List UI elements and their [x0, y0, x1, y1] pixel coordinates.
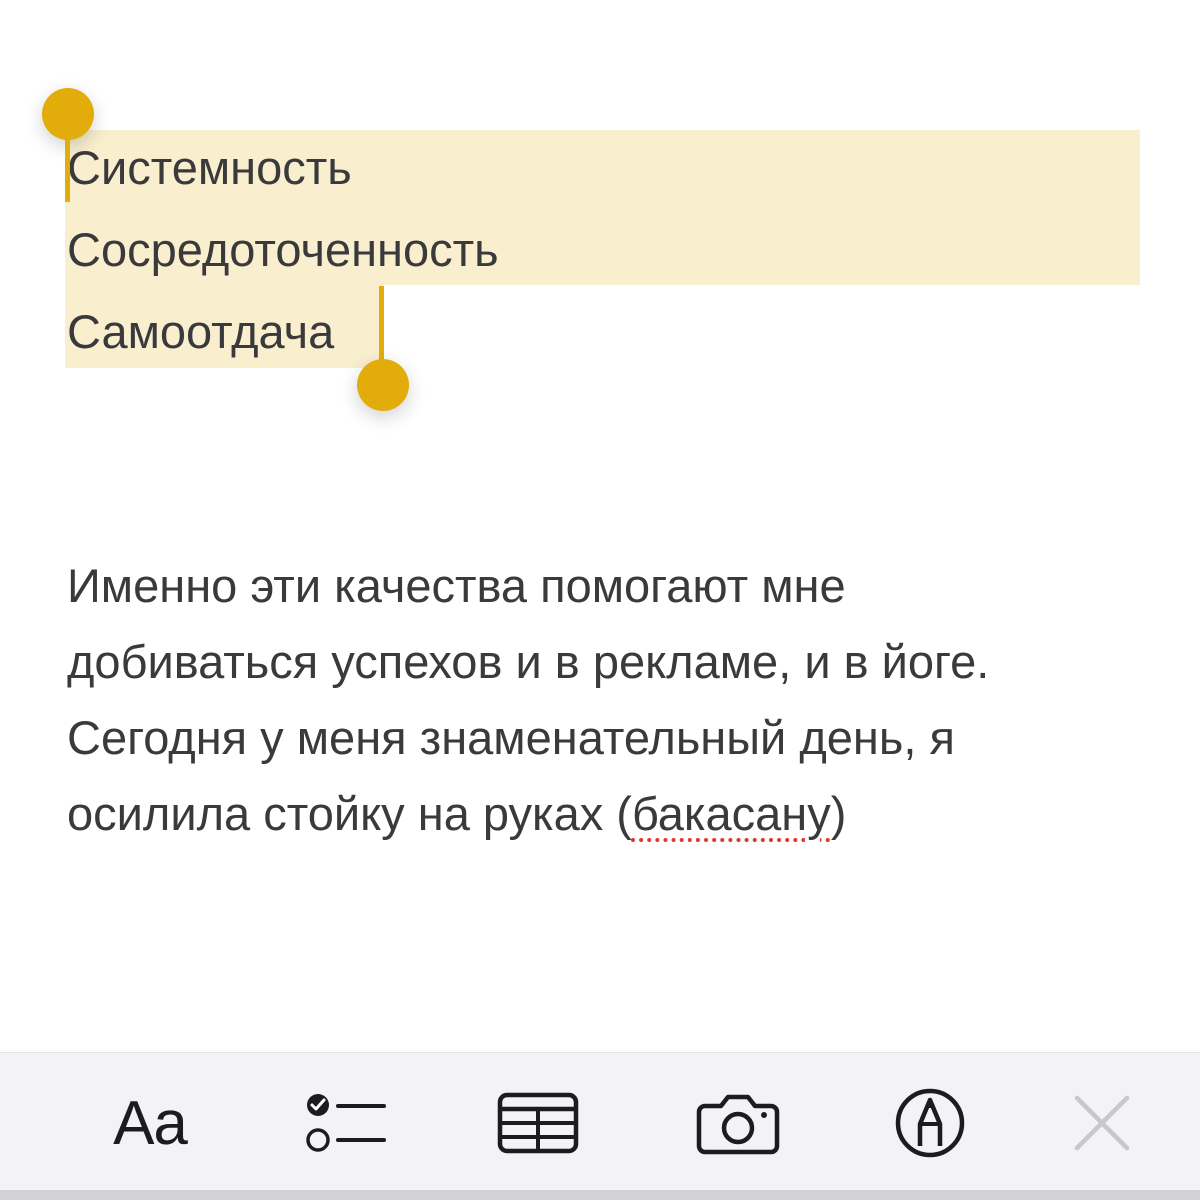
checklist-button[interactable] [294, 1083, 394, 1163]
notes-editor: Системность Сосредоточенность Самоотдача… [0, 0, 1200, 1200]
format-text-icon: Aa [113, 1088, 188, 1158]
table-button[interactable] [488, 1083, 588, 1163]
note-paragraph[interactable]: Именно эти качества помогают мне добиват… [67, 548, 1177, 852]
note-body[interactable]: Системность Сосредоточенность Самоотдача… [0, 0, 1200, 1052]
selected-line-2[interactable]: Сосредоточенность [67, 226, 499, 273]
camera-button[interactable] [688, 1083, 788, 1163]
selected-line-3[interactable]: Самоотдача [67, 308, 334, 355]
keyboard-edge [0, 1190, 1200, 1200]
paragraph-line-1: Именно эти качества помогают мне [67, 559, 846, 612]
selection-end-handle[interactable] [357, 359, 409, 411]
paragraph-line-2: добиваться успехов и в рекламе, и в йоге… [67, 635, 990, 688]
camera-icon [696, 1094, 780, 1155]
paragraph-line-4: осилила стойку на руках (бакасану) [67, 776, 1177, 852]
markup-pen-icon [895, 1088, 965, 1158]
selection-end-caret [379, 286, 384, 368]
close-button[interactable] [1052, 1083, 1152, 1163]
table-icon [497, 1092, 579, 1154]
close-icon [1074, 1095, 1130, 1151]
format-text-button[interactable]: Aa [100, 1083, 200, 1163]
paragraph-line-4-end: ) [830, 787, 847, 840]
selection-start-caret [65, 120, 70, 202]
checklist-icon [306, 1094, 386, 1152]
misspelled-word[interactable]: бакасану [632, 787, 831, 840]
markup-button[interactable] [880, 1083, 980, 1163]
selected-line-1[interactable]: Системность [67, 144, 352, 191]
formatting-toolbar: Aa [0, 1052, 1200, 1191]
paragraph-line-4-text: осилила стойку на руках ( [67, 787, 632, 840]
paragraph-line-3: Сегодня у меня знаменательный день, я [67, 711, 955, 764]
